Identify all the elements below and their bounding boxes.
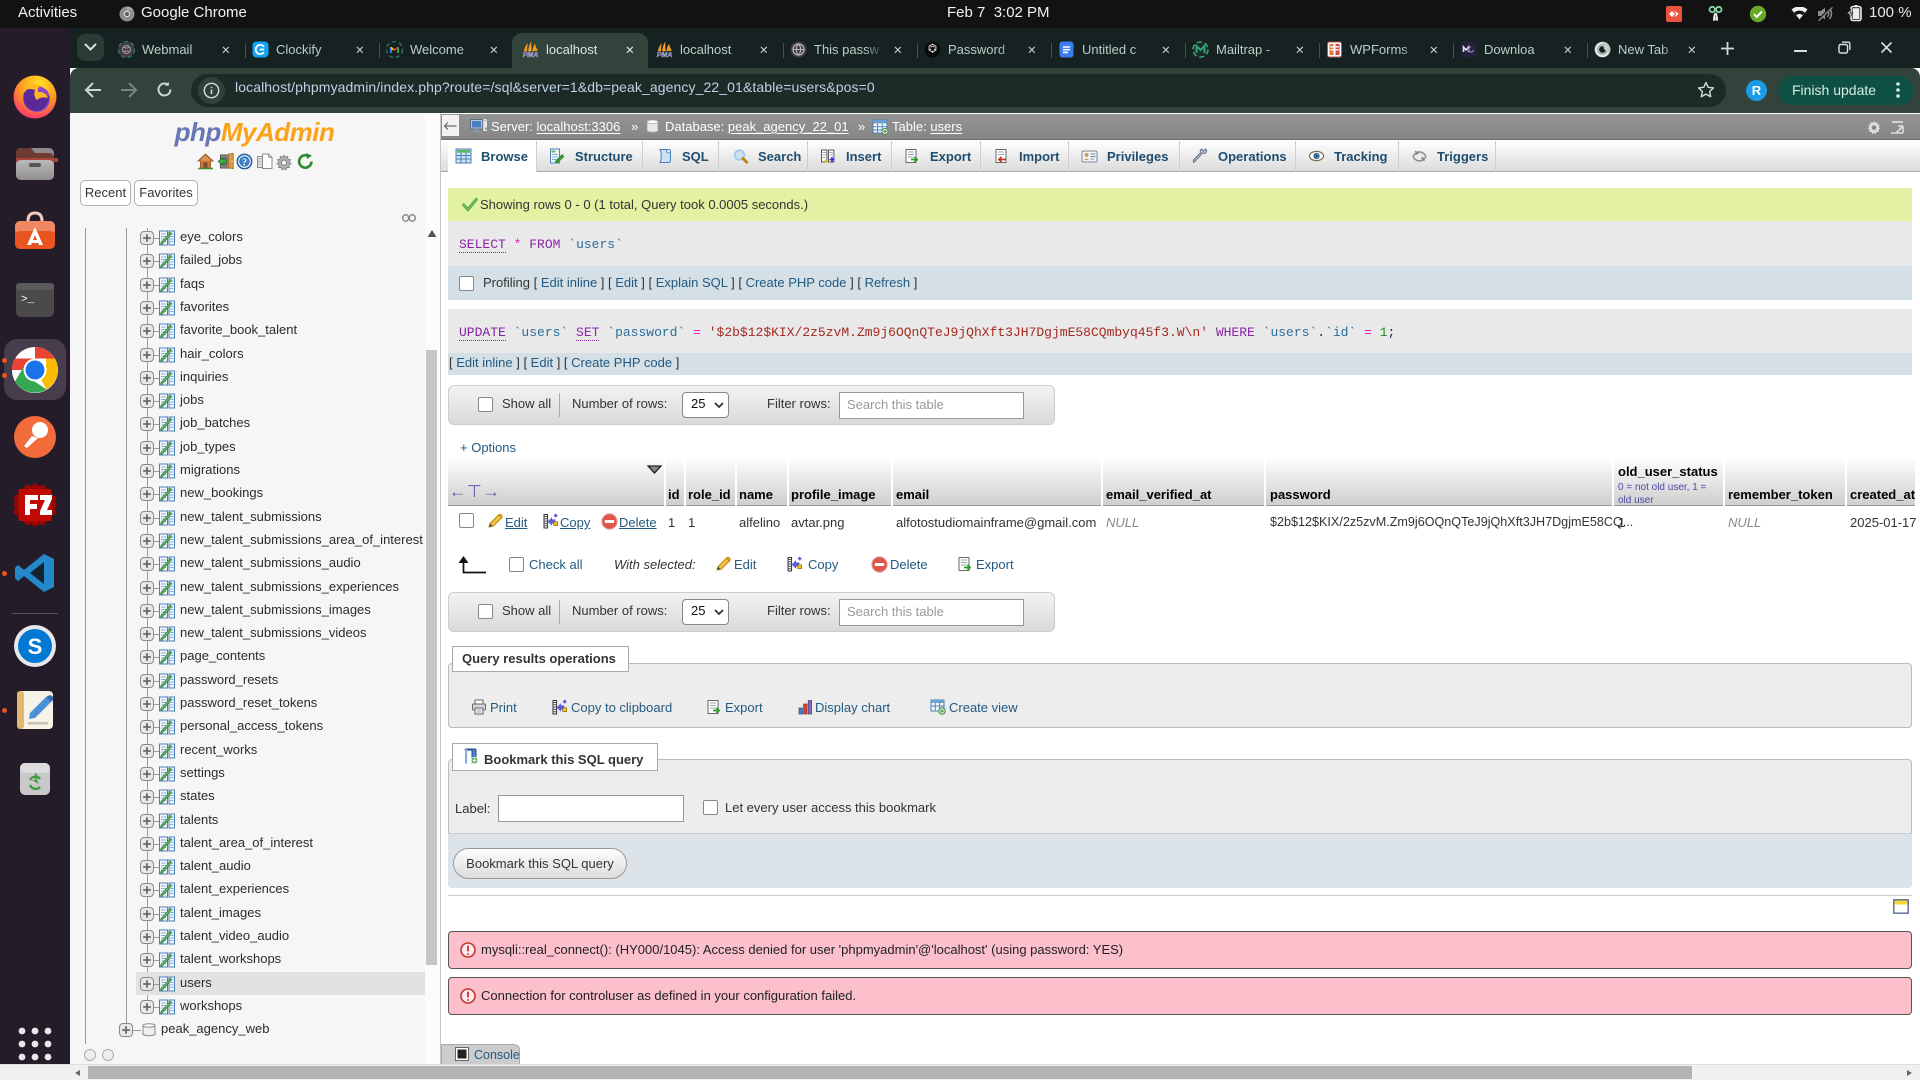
svg-text:?: ?	[242, 158, 247, 169]
svg-text:S: S	[28, 634, 43, 659]
svg-text:>_: >_	[21, 294, 35, 306]
svg-text:PMA: PMA	[657, 52, 673, 58]
svg-text:PMA: PMA	[523, 52, 539, 58]
